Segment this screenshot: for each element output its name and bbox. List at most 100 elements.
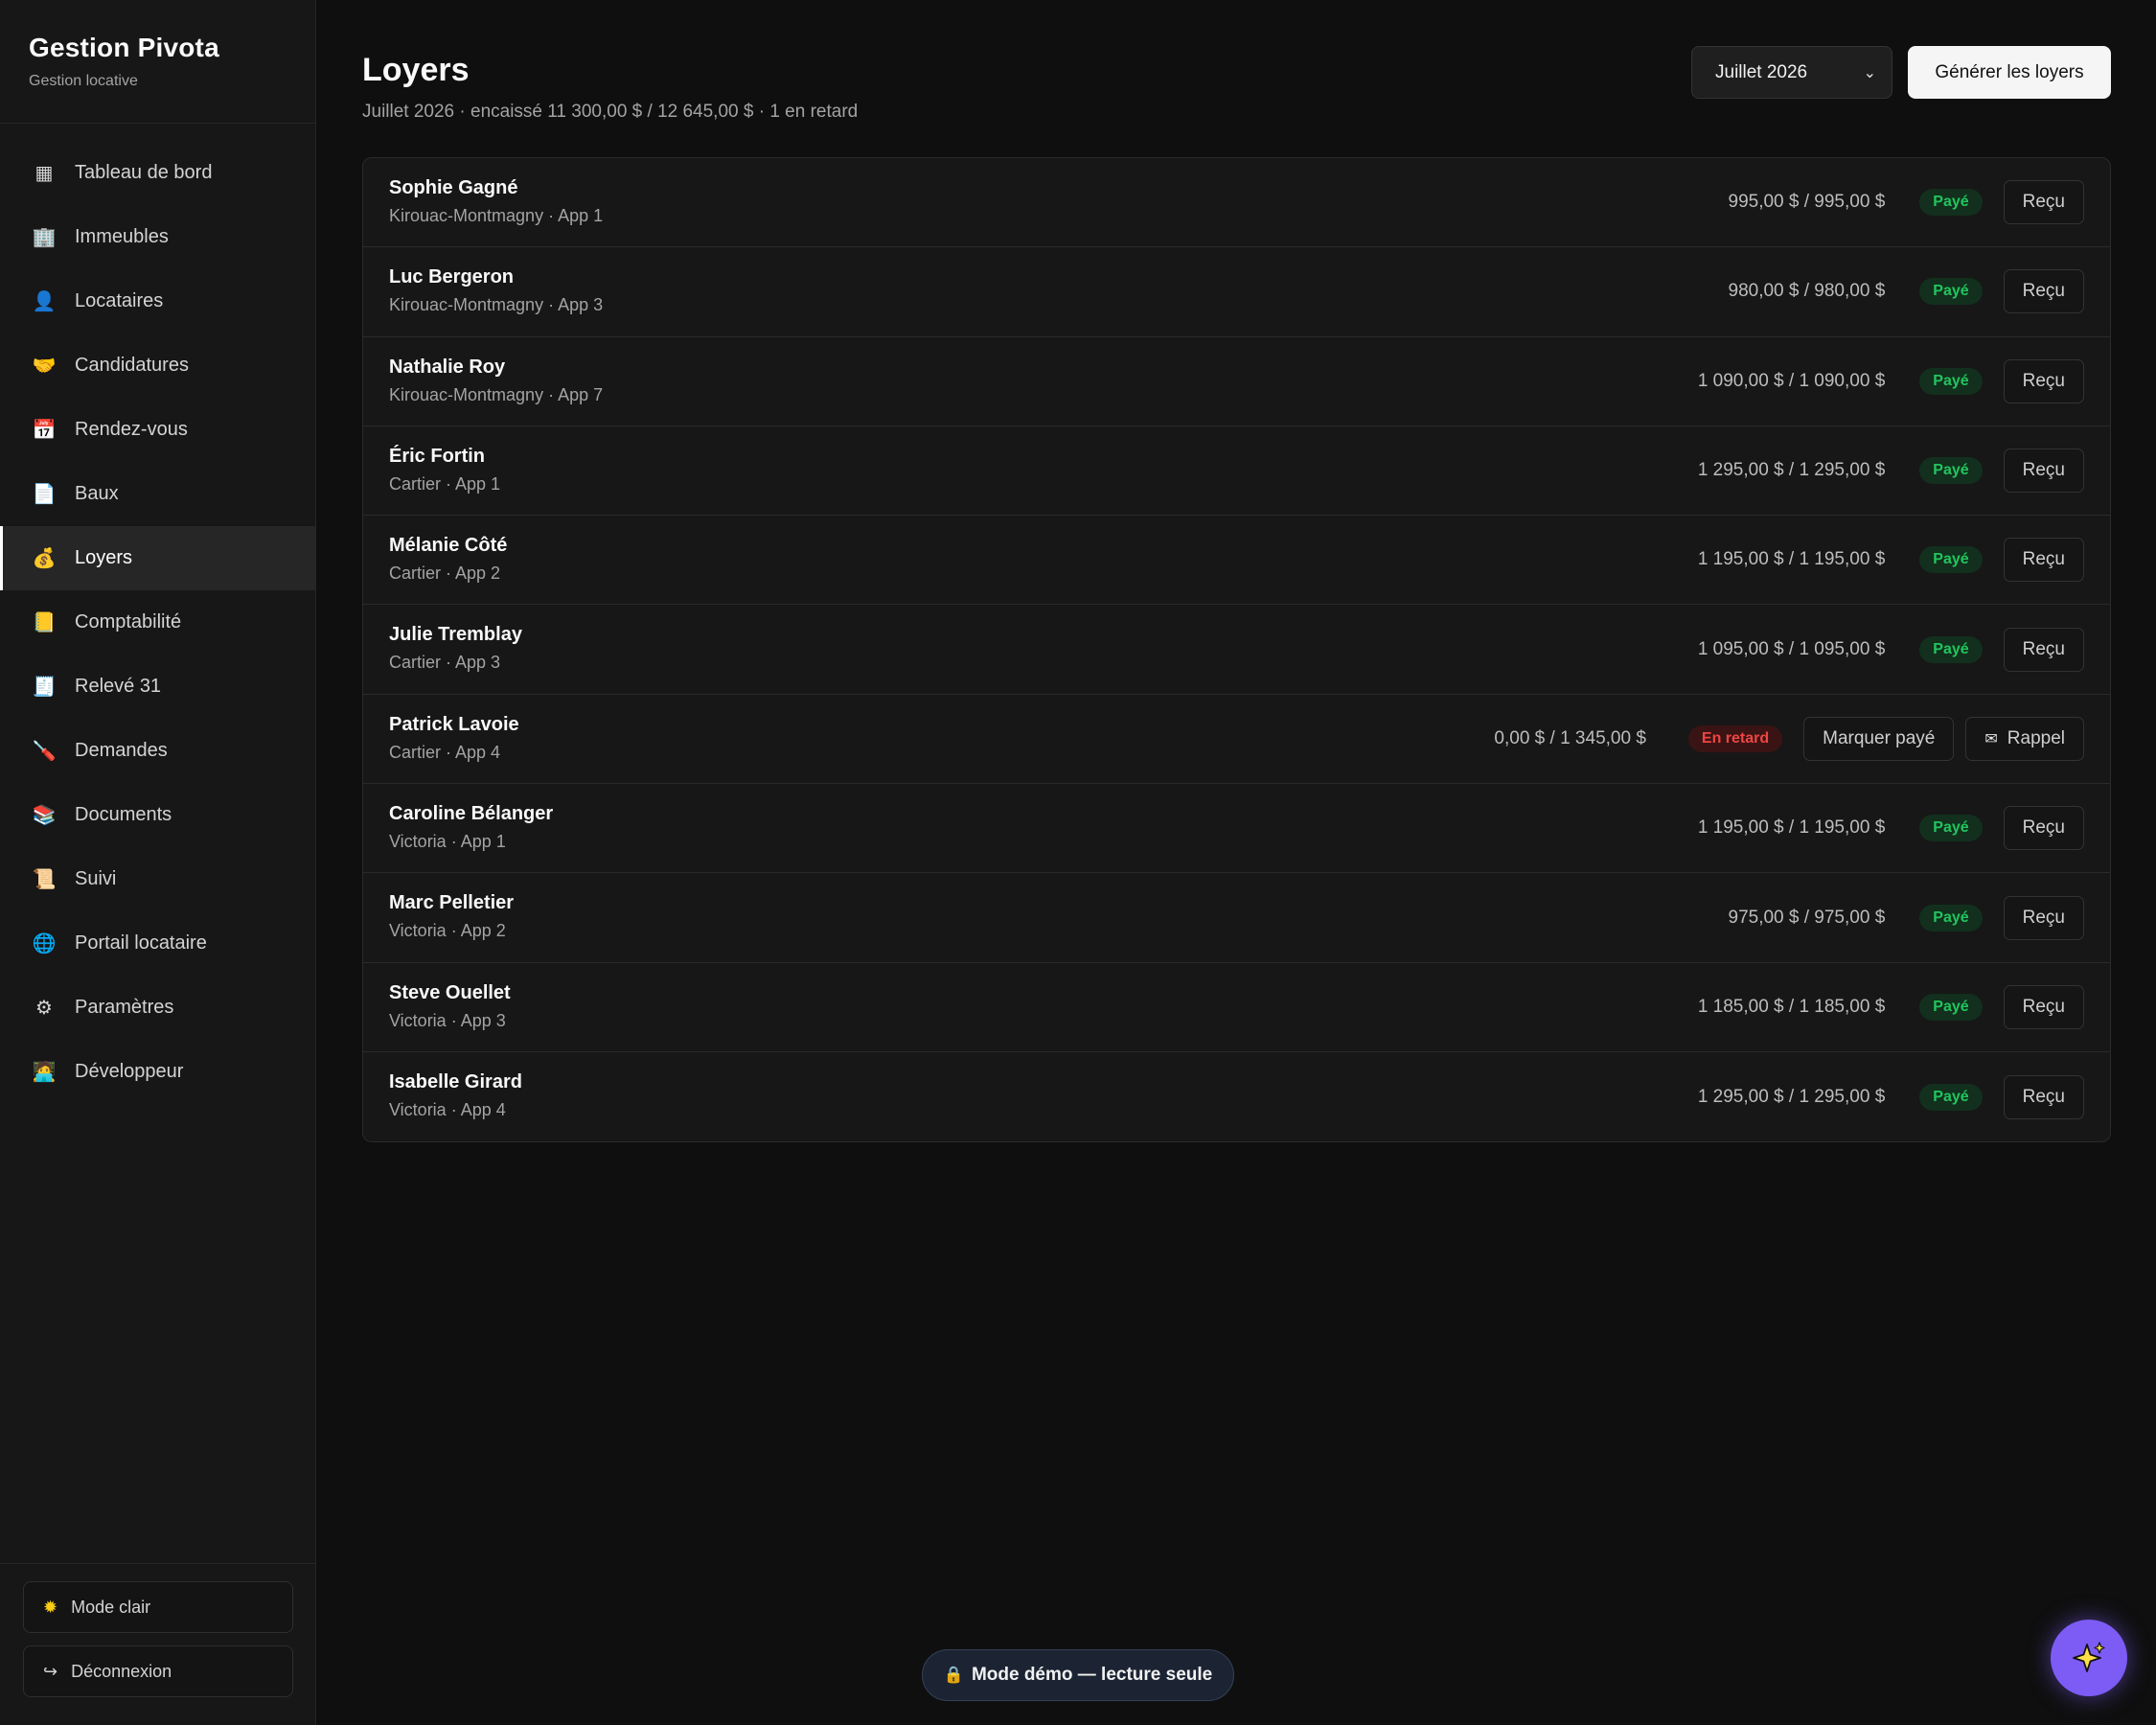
page-title: Loyers [362,52,470,88]
sidebar-item-label: Paramètres [75,997,174,1018]
sidebar-item-label: Locataires [75,290,164,311]
chevron-down-icon: ⌄ [1863,65,1876,81]
tenant-name: Nathalie Roy [389,356,506,378]
marquer-paye-button[interactable]: Marquer payé [1803,716,1955,761]
button-label: Reçu [2022,281,2065,302]
sidebar-nav: ▦ Tableau de bord 🏢 Immeubles 👤 Locataires 🤝 Ca… [0,124,315,1104]
sidebar-item-label: Documents [75,804,172,825]
status-badge: Payé [1919,189,1983,217]
rent-row-actions: 1 095,00 $ / 1 095,00 $ Payé Reçu [1698,605,2084,693]
sidebar-item-portail-locataire[interactable]: 🌐 Portail locataire [0,911,315,976]
sidebar: Gestion Pivota Gestion locative ▦ Tableau… [0,0,316,1725]
recu-button[interactable]: Reçu [2003,1074,2084,1119]
sidebar-item-developpeur[interactable]: 🧑‍💻 Développeur [0,1040,315,1104]
recu-button[interactable]: Reçu [2003,895,2084,940]
button-label: Reçu [2022,460,2065,481]
rent-amount: 1 295,00 $ / 1 295,00 $ [1697,1086,1886,1107]
sidebar-item-candidatures[interactable]: 🤝 Candidatures [0,334,315,398]
unit-label: Kirouac-Montmagny · App 1 [389,206,604,225]
logout-icon: ↪ [43,1661,58,1681]
sidebar-item-label: Baux [75,483,119,504]
status-badge: Payé [1919,546,1983,574]
tenant-name: Julie Tremblay [389,624,522,646]
button-label: Reçu [2022,907,2065,928]
tenant-name: Mélanie Côté [389,535,508,557]
button-label: Reçu [2022,638,2065,659]
status-badge: En retard [1687,724,1783,752]
assistant-button[interactable] [2051,1620,2127,1696]
document-icon: 📄 [32,483,57,505]
generate-rents-button[interactable]: Générer les loyers [1908,46,2111,99]
rent-amount: 1 295,00 $ / 1 295,00 $ [1697,460,1886,481]
status-badge: Payé [1919,815,1983,842]
status-badge: Payé [1919,457,1983,485]
sidebar-item-loyers[interactable]: 💰 Loyers [0,526,315,590]
sidebar-item-label: Loyers [75,547,133,568]
recu-button[interactable]: Reçu [2003,806,2084,851]
rent-amount: 1 195,00 $ / 1 195,00 $ [1697,817,1886,839]
tenant-name: Steve Ouellet [389,981,511,1003]
tenant-name: Luc Bergeron [389,266,515,288]
sidebar-item-label: Candidatures [75,355,189,376]
button-label: Reçu [2022,549,2065,570]
sidebar-item-documents[interactable]: 📚 Documents [0,783,315,847]
rent-list: Sophie Gagné Kirouac-Montmagny · App 1 995… [362,157,2111,1143]
sidebar-item-label: Rendez-vous [75,419,188,440]
unit-label: Cartier · App 1 [389,473,501,494]
rappel-button[interactable]: ✉ Rappel [1965,716,2084,761]
rent-amount: 1 090,00 $ / 1 090,00 $ [1697,370,1886,391]
logout-button[interactable]: ↪ Déconnexion [23,1645,293,1697]
rent-row: Isabelle Girard Victoria · App 4 1 295,00 … [363,1052,2110,1141]
month-select[interactable]: Juillet 2026 ⌄ [1691,46,1892,99]
status-badge: Payé [1919,278,1983,306]
status-badge: Payé [1919,904,1983,932]
sidebar-item-suivi[interactable]: 📜 Suivi [0,847,315,911]
globe-icon: 🌐 [32,932,57,954]
sun-icon: ✹ [43,1597,58,1617]
sidebar-item-tableau-de-bord[interactable]: ▦ Tableau de bord [0,141,315,205]
sidebar-item-comptabilite[interactable]: 📒 Comptabilité [0,590,315,655]
sparkles-icon [2073,1642,2105,1672]
sidebar-item-locataires[interactable]: 👤 Locataires [0,269,315,334]
recu-button[interactable]: Reçu [2003,269,2084,314]
tenant-name: Sophie Gagné [389,177,518,198]
month-select-value: Juillet 2026 [1715,61,1808,82]
unit-label: Victoria · App 4 [389,1099,506,1119]
grid-icon: ▦ [34,162,54,184]
sidebar-item-parametres[interactable]: ⚙ Paramètres [0,976,315,1040]
brand-subtitle: Gestion locative [29,73,138,89]
rent-amount: 1 195,00 $ / 1 195,00 $ [1697,549,1886,570]
tenant-name: Patrick Lavoie [389,713,519,735]
rent-row-actions: 1 195,00 $ / 1 195,00 $ Payé Reçu [1698,784,2084,872]
button-label: Reçu [2022,1086,2065,1107]
sidebar-item-label: Comptabilité [75,611,182,632]
sidebar-item-rendez-vous[interactable]: 📅 Rendez-vous [0,398,315,462]
recu-button[interactable]: Reçu [2003,180,2084,225]
tenant-name: Marc Pelletier [389,892,515,914]
rent-row: Steve Ouellet Victoria · App 3 1 185,00 $ … [363,963,2110,1052]
recu-button[interactable]: Reçu [2003,448,2084,494]
sidebar-item-releve-31[interactable]: 🧾 Relevé 31 [0,655,315,719]
rent-row: Mélanie Côté Cartier · App 2 1 195,00 $ / … [363,516,2110,606]
sidebar-item-immeubles[interactable]: 🏢 Immeubles [0,205,315,269]
recu-button[interactable]: Reçu [2003,358,2084,403]
theme-toggle-button[interactable]: ✹ Mode clair [23,1581,293,1633]
recu-button[interactable]: Reçu [2003,984,2084,1029]
rent-row-actions: 980,00 $ / 980,00 $ Payé Reçu [1728,247,2084,335]
recu-button[interactable]: Reçu [2003,627,2084,672]
unit-label: Cartier · App 3 [389,653,501,673]
recu-button[interactable]: Reçu [2003,538,2084,583]
rent-row-actions: 0,00 $ / 1 345,00 $ En retard Marquer payé… [1494,695,2084,783]
sidebar-item-demandes[interactable]: 🪛 Demandes [0,719,315,783]
rent-amount: 0,00 $ / 1 345,00 $ [1494,727,1646,748]
status-badge: Payé [1919,1083,1983,1111]
sidebar-bottom: ✹ Mode clair ↪ Déconnexion [0,1563,316,1725]
rent-amount: 980,00 $ / 980,00 $ [1728,281,1886,302]
money-bag-icon: 💰 [32,547,57,569]
rent-row: Luc Bergeron Kirouac-Montmagny · App 3 980… [363,247,2110,337]
sidebar-item-baux[interactable]: 📄 Baux [0,462,315,526]
handshake-icon: 🤝 [32,355,57,377]
button-label: Reçu [2022,996,2065,1017]
sidebar-item-label: Tableau de bord [75,162,213,183]
ledger-icon: 📒 [32,611,57,633]
